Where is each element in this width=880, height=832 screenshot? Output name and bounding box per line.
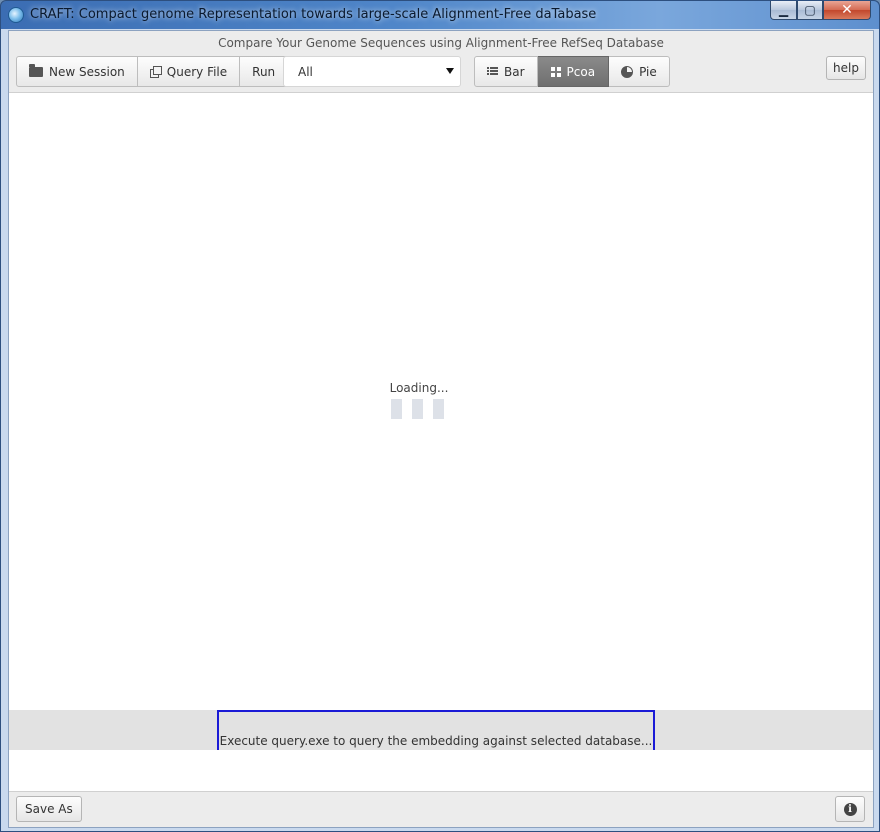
minimize-button[interactable]: ▁ [770, 1, 797, 20]
maximize-icon: ▢ [804, 3, 816, 17]
run-label: Run [252, 64, 276, 79]
run-button[interactable]: Run [240, 56, 289, 87]
app-subtitle: Compare Your Genome Sequences using Alig… [218, 36, 664, 50]
close-icon: ✕ [841, 2, 853, 18]
new-session-button[interactable]: New Session [16, 56, 138, 87]
grid-icon [550, 66, 561, 77]
info-button[interactable]: i [835, 796, 865, 822]
status-highlight-box: Execute query.exe to query the embedding… [217, 710, 655, 752]
loading-bar [391, 399, 402, 419]
close-button[interactable]: ✕ [823, 1, 871, 20]
minimize-icon: ▁ [778, 3, 789, 17]
loading-text: Loading... [389, 381, 449, 395]
tab-bar-label: Bar [504, 64, 525, 79]
spacer [9, 750, 873, 790]
loading-spinner [391, 399, 445, 419]
title-bar[interactable]: CRAFT: Compact genome Representation tow… [1, 1, 879, 29]
folder-icon [29, 63, 43, 77]
info-icon: i [843, 802, 857, 816]
query-file-button[interactable]: Query File [137, 56, 241, 87]
save-as-label: Save As [25, 802, 73, 816]
tab-pcoa[interactable]: Pcoa [537, 56, 610, 87]
toolbar: Compare Your Genome Sequences using Alig… [9, 31, 873, 93]
view-tab-group: Bar Pcoa Pie [474, 56, 670, 87]
help-button[interactable]: help [826, 56, 866, 80]
status-strip: Execute query.exe to query the embedding… [9, 710, 873, 752]
footer-bar: Save As i [9, 791, 873, 827]
app-window: CRAFT: Compact genome Representation tow… [0, 0, 880, 832]
maximize-button[interactable]: ▢ [797, 1, 823, 20]
save-as-button[interactable]: Save As [16, 796, 82, 822]
database-select-value: All [298, 64, 313, 79]
tab-pie-label: Pie [639, 64, 657, 79]
tab-bar[interactable]: Bar [474, 56, 538, 87]
client-area: Compare Your Genome Sequences using Alig… [8, 30, 874, 828]
tab-pcoa-label: Pcoa [566, 64, 596, 79]
list-icon [487, 67, 498, 76]
loading-bar [433, 399, 444, 419]
new-session-label: New Session [49, 64, 125, 79]
window-title: CRAFT: Compact genome Representation tow… [30, 7, 597, 22]
session-button-group: New Session Query File Run [16, 56, 289, 87]
tab-pie[interactable]: Pie [609, 56, 670, 87]
loading-bar [412, 399, 423, 419]
copy-icon [149, 66, 162, 78]
help-label: help [833, 61, 859, 75]
pie-icon [621, 65, 634, 78]
window-controls: ▁ ▢ ✕ [770, 1, 871, 21]
database-select[interactable]: All [283, 56, 461, 87]
chevron-down-icon [446, 68, 454, 74]
query-file-label: Query File [166, 64, 228, 79]
app-logo-icon [8, 7, 24, 23]
status-message: Execute query.exe to query the embedding… [219, 734, 653, 748]
chart-area: Loading... [9, 93, 873, 710]
